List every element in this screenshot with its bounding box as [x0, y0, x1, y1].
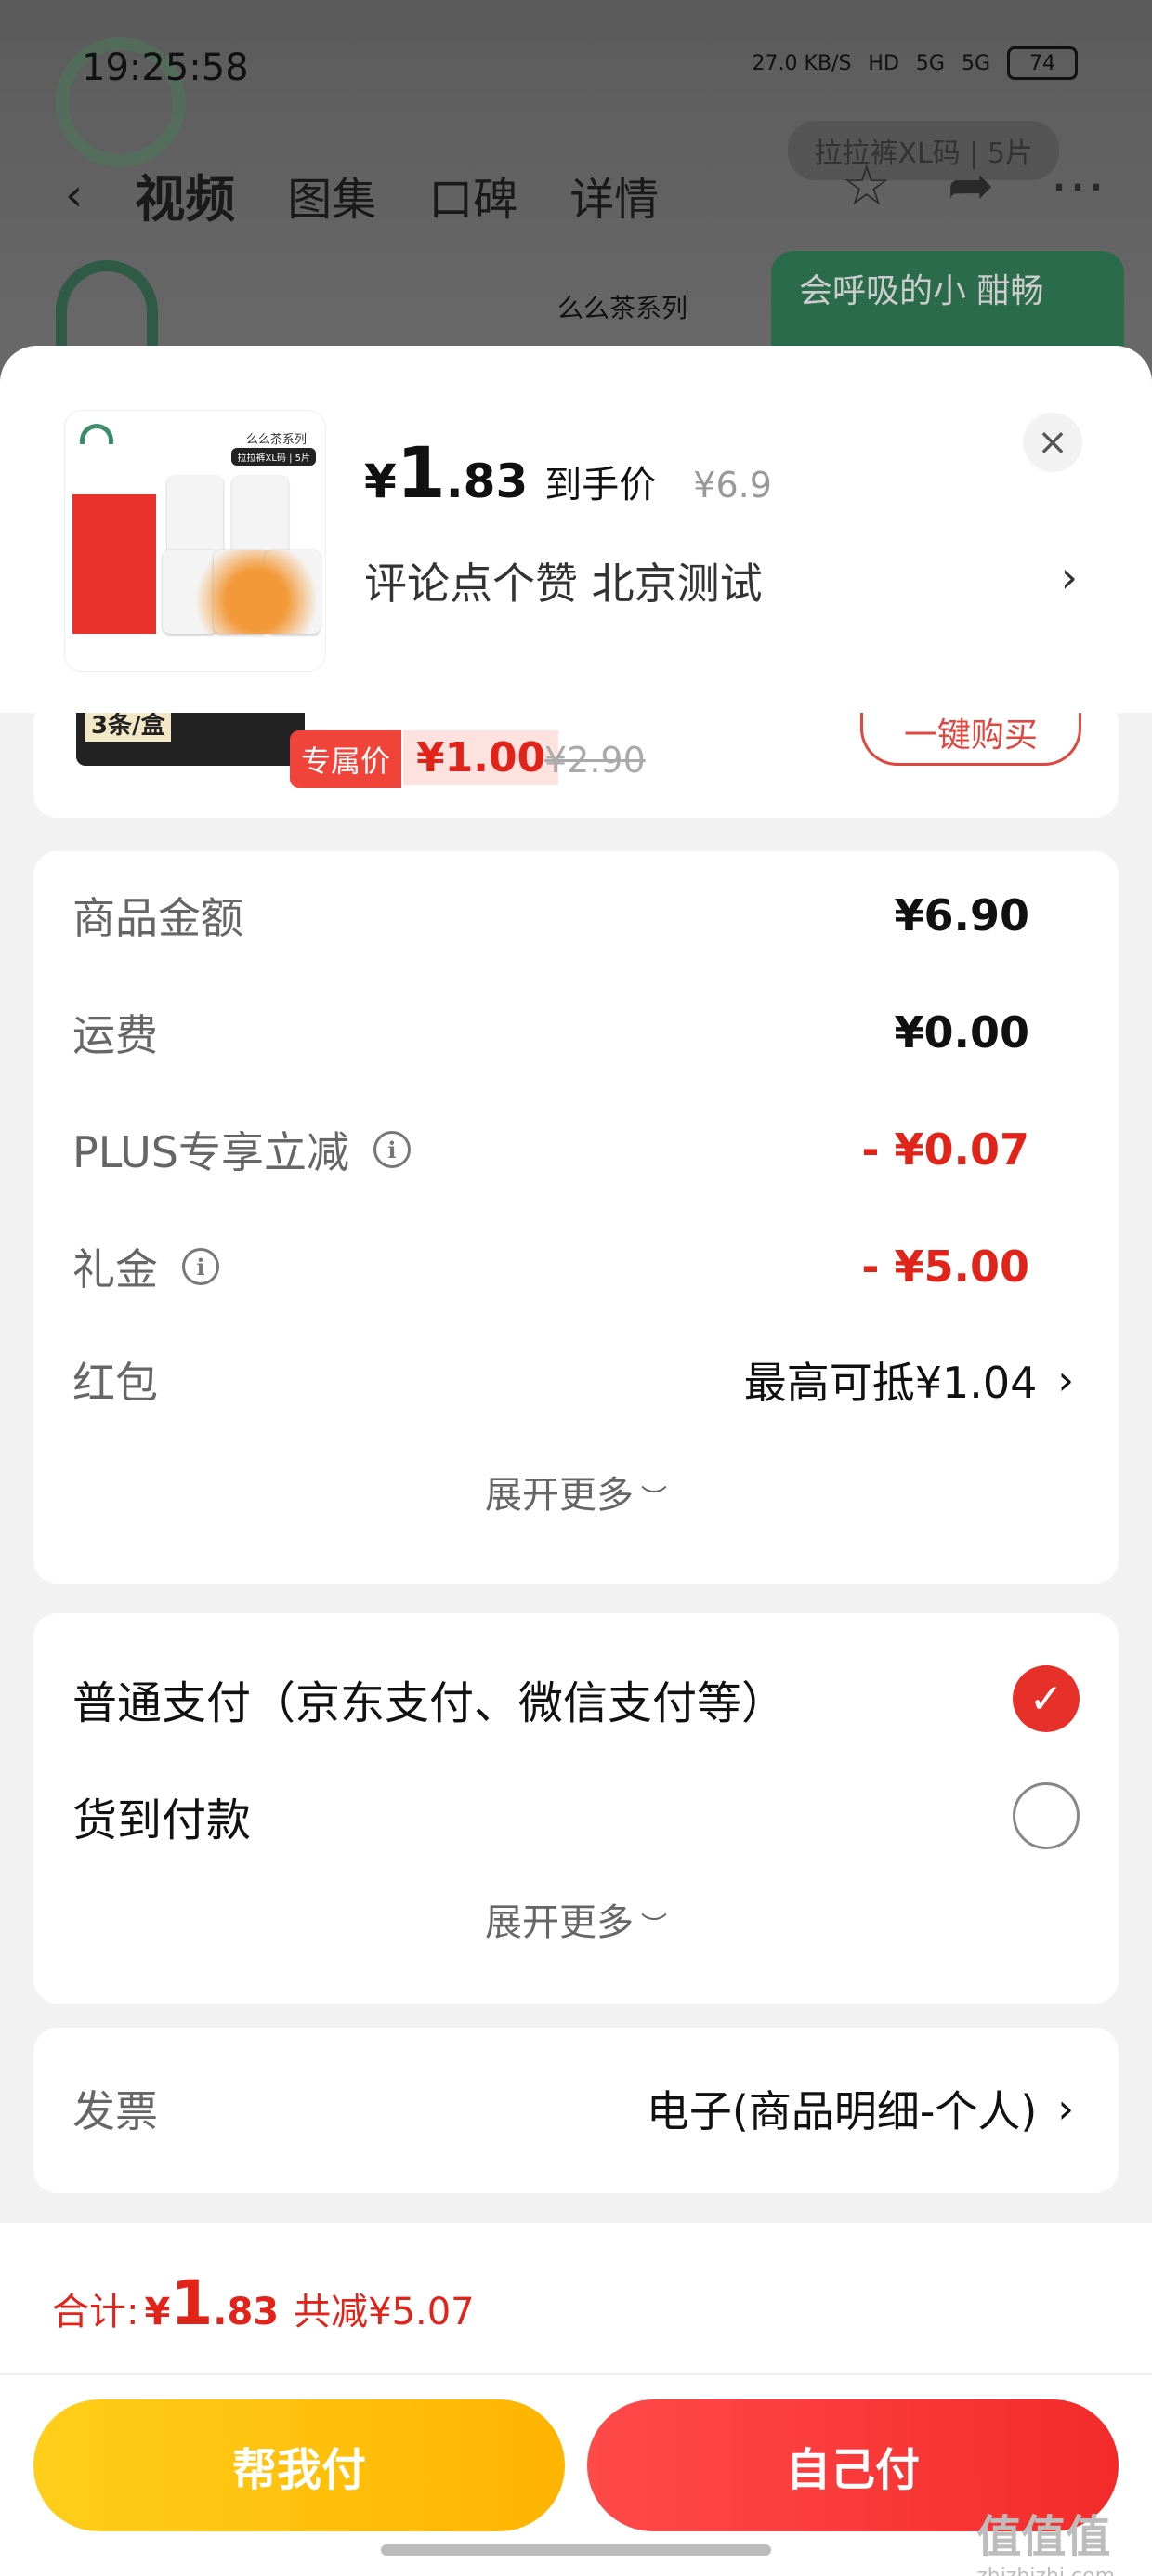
final-price: ¥ 1 .83 到手价 ¥6.9 — [364, 431, 772, 514]
row-value-wrap: 最高可抵¥1.04 › — [744, 1349, 1074, 1411]
sheet-header: 么么茶系列 拉拉裤XL码 | 5片 ¥ 1 .83 到手价 ¥6.9 评论点个赞… — [0, 346, 1152, 713]
net-speed: 27.0 KB/S — [752, 51, 852, 75]
invoice-card[interactable]: 发票 电子(商品明细-个人) › — [33, 2028, 1119, 2193]
original-price: ¥6.9 — [693, 465, 772, 506]
exclusive-offer-card: 3条/盒 专属价 ¥1.00 ¥2.90 一键购买 — [33, 699, 1119, 818]
row-value: - ¥5.00 — [861, 1242, 1029, 1292]
row-label: 运费 — [72, 1010, 158, 1060]
bg-series-label: 么么茶系列 — [557, 293, 688, 323]
chevron-down-icon: ︶ — [640, 1483, 667, 1514]
row-label-wrap: 礼金 i — [72, 1236, 219, 1297]
expand-label: 展开更多 — [484, 1901, 634, 1944]
exclusive-price: ¥1.00 — [403, 730, 559, 785]
bg-tabs: ‹ 视频 图集 口碑 详情 — [65, 158, 659, 231]
battery-icon: 74 — [1007, 46, 1078, 80]
row-value: ¥6.90 — [894, 890, 1029, 940]
help-pay-button[interactable]: 帮我付 — [33, 2399, 565, 2531]
payment-option-cod[interactable]: 货到付款 — [72, 1782, 1080, 1849]
watermark-main: 值值值 — [976, 2511, 1111, 2563]
background-product-page: 19:25:58 27.0 KB/S HD 5G 5G 74 拉拉裤XL码 | … — [0, 0, 1152, 390]
total-currency: ¥ — [144, 2291, 171, 2333]
tab-video[interactable]: 视频 — [135, 158, 235, 231]
checked-icon[interactable]: ✓ — [1013, 1665, 1080, 1732]
row-label: 礼金 — [72, 1244, 158, 1295]
offer-image-text: 3条/盒 — [85, 710, 171, 742]
expand-label: 展开更多 — [484, 1474, 634, 1517]
exclusive-old-price: ¥2.90 — [544, 740, 646, 781]
thumb-series-label: 么么茶系列 — [245, 433, 307, 447]
signal-icon-2: 5G — [961, 51, 990, 75]
row-label: 红包 — [72, 1358, 158, 1408]
watermark-sub: zhizhizhi.com — [976, 2565, 1115, 2576]
close-button[interactable]: × — [1023, 413, 1082, 472]
thumb-pack — [232, 476, 288, 559]
thumb-promo-panel — [72, 494, 156, 634]
brand-logo-icon — [80, 424, 113, 444]
back-icon[interactable]: ‹ — [65, 169, 83, 221]
chevron-down-icon: ︶ — [640, 1911, 667, 1941]
row-value: 最高可抵¥1.04 — [743, 1358, 1038, 1408]
expand-more-button[interactable]: 展开更多 ︶ — [33, 1892, 1119, 1946]
info-icon[interactable]: i — [373, 1131, 411, 1168]
home-indicator[interactable] — [381, 2544, 771, 2556]
row-shipping: 运费 ¥0.00 — [72, 1002, 1029, 1063]
total-price: 合计: ¥ 1 .83 共减¥5.07 — [52, 2267, 475, 2339]
tab-reviews[interactable]: 口碑 — [428, 163, 517, 228]
total-label: 合计: — [52, 2291, 139, 2333]
price-label: 到手价 — [544, 464, 657, 506]
chevron-right-icon: › — [1057, 1356, 1074, 1404]
unchecked-icon[interactable] — [1013, 1782, 1080, 1849]
watermark: 值值值 zhizhizhi.com — [976, 2500, 1115, 2576]
store-logo-small — [56, 260, 158, 353]
price-currency: ¥ — [364, 454, 397, 508]
payment-method-card: 普通支付（京东支付、微信支付等） ✓ 货到付款 展开更多 ︶ — [33, 1613, 1119, 2004]
row-value: - ¥0.07 — [861, 1124, 1029, 1175]
row-label: PLUS专享立减 — [72, 1127, 349, 1177]
chevron-right-icon[interactable]: › — [1061, 552, 1078, 602]
amount-breakdown-card: 商品金额 ¥6.90 运费 ¥0.00 PLUS专享立减 i - ¥0.07 礼金… — [33, 851, 1119, 1584]
status-icons: 27.0 KB/S HD 5G 5G 74 — [753, 46, 1078, 80]
tab-details[interactable]: 详情 — [569, 163, 659, 228]
row-invoice[interactable]: 发票 电子(商品明细-个人) › — [72, 2078, 1074, 2139]
payment-label: 货到付款 — [72, 1794, 252, 1847]
spec-selector[interactable]: 评论点个赞 北京测试 — [364, 550, 763, 611]
exclusive-price-tag: 专属价 — [290, 730, 402, 788]
total-saved: 共减¥5.07 — [294, 2291, 475, 2333]
total-decimal: .83 — [213, 2291, 280, 2333]
thumb-pack — [167, 476, 223, 559]
row-gift-money: 礼金 i - ¥5.00 — [72, 1236, 1029, 1297]
expand-more-button[interactable]: 展开更多 ︶ — [33, 1465, 1119, 1518]
thumb-fruit — [167, 550, 316, 634]
row-red-packet[interactable]: 红包 最高可抵¥1.04 › — [72, 1349, 1074, 1411]
total-integer: 1 — [170, 2267, 214, 2339]
signal-icon: 5G — [915, 51, 945, 75]
hd-icon: HD — [868, 51, 899, 75]
share-icon[interactable]: ➦ — [948, 153, 994, 218]
checkout-sheet: 么么茶系列 拉拉裤XL码 | 5片 ¥ 1 .83 到手价 ¥6.9 评论点个赞… — [0, 346, 1152, 2576]
row-value: ¥0.00 — [894, 1007, 1029, 1058]
invoice-label: 发票 — [72, 2086, 158, 2136]
price-integer: 1 — [396, 431, 446, 514]
invoice-value-wrap: 电子(商品明细-个人) › — [647, 2078, 1074, 2139]
payment-option-normal[interactable]: 普通支付（京东支付、微信支付等） ✓ — [72, 1665, 1080, 1732]
row-label: 商品金额 — [72, 893, 243, 943]
divider — [0, 2373, 1152, 2375]
tab-gallery[interactable]: 图集 — [287, 163, 376, 228]
row-goods-amount: 商品金额 ¥6.90 — [72, 885, 1029, 946]
bg-actions: ☆ ➦ ⋯ — [842, 153, 1106, 218]
invoice-value: 电子(商品明细-个人) — [646, 2086, 1038, 2136]
status-time: 19:25:58 — [82, 46, 249, 89]
product-thumbnail: 么么茶系列 拉拉裤XL码 | 5片 — [65, 411, 325, 671]
chevron-right-icon: › — [1057, 2084, 1074, 2133]
favorite-icon[interactable]: ☆ — [842, 153, 892, 218]
thumb-spec-label: 拉拉裤XL码 | 5片 — [231, 448, 316, 466]
row-plus-discount: PLUS专享立减 i - ¥0.07 — [72, 1119, 1029, 1180]
info-icon[interactable]: i — [182, 1248, 219, 1285]
row-label-wrap: PLUS专享立减 i — [72, 1119, 411, 1180]
more-icon[interactable]: ⋯ — [1050, 153, 1106, 218]
payment-label: 普通支付（京东支付、微信支付等） — [72, 1677, 787, 1729]
price-decimal: .83 — [445, 454, 529, 508]
